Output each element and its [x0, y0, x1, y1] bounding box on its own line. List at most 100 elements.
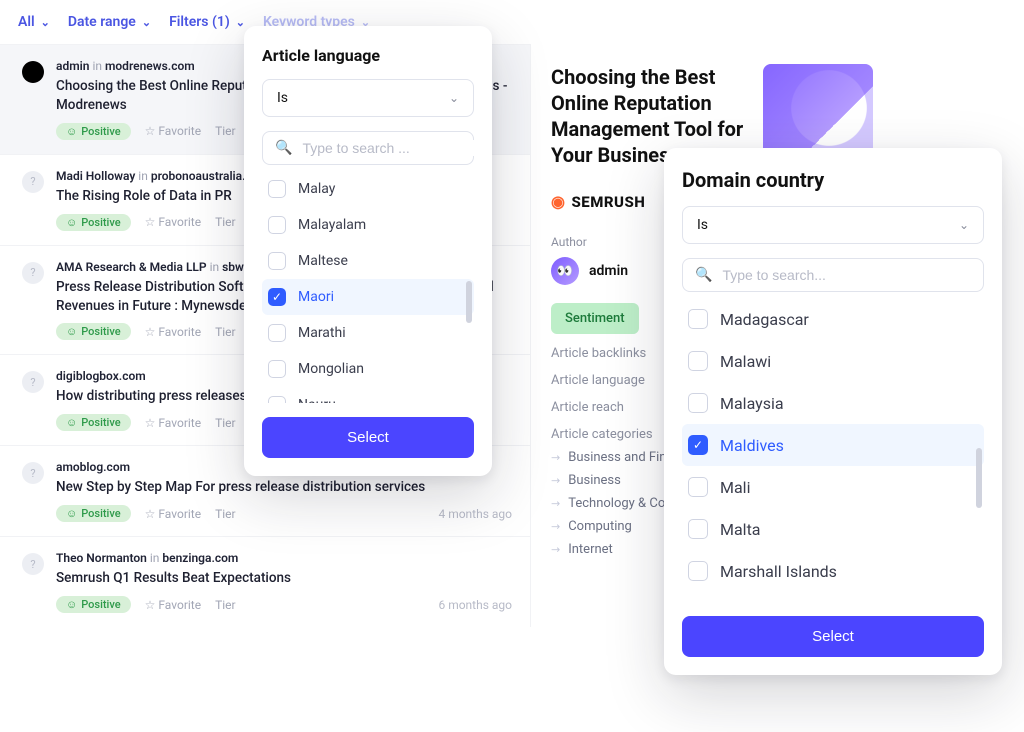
chevron-down-icon: ⌄	[142, 16, 151, 29]
filter-date-label: Date range	[68, 14, 136, 30]
timestamp: 6 months ago	[438, 598, 512, 612]
favorite-button[interactable]: Favorite	[145, 325, 201, 339]
tier-button[interactable]: Tier	[215, 598, 236, 612]
avatar	[22, 61, 44, 83]
condition-value: Is	[277, 90, 288, 106]
article-title: Semrush Q1 Results Beat Expectations	[56, 569, 512, 588]
condition-select[interactable]: Is ⌄	[262, 79, 474, 117]
language-popover: Article language Is ⌄ 🔍 MalayMalayalamMa…	[244, 26, 492, 476]
option-malaysia[interactable]: Malaysia	[682, 382, 984, 424]
checkbox-icon	[688, 351, 708, 371]
option-malta[interactable]: Malta	[682, 508, 984, 550]
option-label: Mongolian	[298, 361, 364, 377]
checkbox-icon	[268, 216, 286, 234]
option-martinique[interactable]: Martinique	[682, 592, 984, 598]
condition-value: Is	[697, 217, 708, 233]
checkbox-icon	[268, 396, 286, 403]
article-row[interactable]: ?Theo Normanton in benzinga.comSemrush Q…	[0, 536, 530, 627]
article-title: New Step by Step Map For press release d…	[56, 478, 512, 497]
option-label: Nauru	[298, 397, 336, 403]
filter-filters[interactable]: Filters (1) ⌄	[169, 14, 245, 30]
checkbox-icon	[688, 309, 708, 329]
option-malayalam[interactable]: Malayalam	[262, 207, 474, 243]
search-icon: 🔍	[275, 140, 292, 156]
avatar: ?	[22, 171, 44, 193]
filter-all-label: All	[18, 14, 35, 30]
search-input[interactable]	[302, 140, 483, 156]
country-popover: Domain country Is ⌄ 🔍 MadagascarMalawiMa…	[664, 148, 1002, 675]
checkbox-icon	[688, 393, 708, 413]
positive-badge: Positive	[56, 596, 131, 613]
option-label: Malta	[720, 520, 761, 539]
option-label: Malayalam	[298, 217, 366, 233]
tier-button[interactable]: Tier	[215, 507, 236, 521]
option-mongolian[interactable]: Mongolian	[262, 351, 474, 387]
option-label: Madagascar	[720, 310, 809, 329]
checkbox-icon	[268, 252, 286, 270]
option-madagascar[interactable]: Madagascar	[682, 298, 984, 340]
chevron-down-icon: ⌄	[959, 218, 969, 232]
scrollbar[interactable]	[466, 281, 472, 323]
option-nauru[interactable]: Nauru	[262, 387, 474, 403]
filter-date-range[interactable]: Date range ⌄	[68, 14, 151, 30]
meta-row: Positive Favorite Tier 6 months ago	[56, 596, 512, 613]
option-label: Malaysia	[720, 394, 784, 413]
favorite-button[interactable]: Favorite	[145, 215, 201, 229]
option-label: Malawi	[720, 352, 771, 371]
favorite-button[interactable]: Favorite	[145, 598, 201, 612]
tier-button[interactable]: Tier	[215, 215, 236, 229]
chevron-down-icon: ⌄	[449, 91, 459, 105]
avatar: ?	[22, 262, 44, 284]
country-search[interactable]: 🔍	[682, 258, 984, 292]
checkbox-icon	[688, 519, 708, 539]
favorite-button[interactable]: Favorite	[145, 416, 201, 430]
positive-badge: Positive	[56, 214, 131, 231]
avatar: ?	[22, 462, 44, 484]
favorite-button[interactable]: Favorite	[145, 124, 201, 138]
flame-icon: ◉	[551, 192, 565, 211]
option-malay[interactable]: Malay	[262, 171, 474, 207]
option-label: Marathi	[298, 325, 346, 341]
checkbox-icon	[688, 561, 708, 581]
condition-select[interactable]: Is ⌄	[682, 206, 984, 244]
option-label: Mali	[720, 478, 750, 497]
favorite-button[interactable]: Favorite	[145, 507, 201, 521]
tier-button[interactable]: Tier	[215, 416, 236, 430]
checkbox-icon	[268, 180, 286, 198]
option-label: Maori	[298, 289, 334, 305]
option-maltese[interactable]: Maltese	[262, 243, 474, 279]
select-button[interactable]: Select	[682, 616, 984, 657]
filter-bar: All ⌄ Date range ⌄ Filters (1) ⌄ Keyword…	[0, 0, 1024, 44]
search-input[interactable]	[722, 267, 971, 283]
option-maori[interactable]: Maori	[262, 279, 474, 315]
timestamp: 4 months ago	[438, 507, 512, 521]
byline: Theo Normanton in benzinga.com	[56, 551, 512, 565]
select-button[interactable]: Select	[262, 417, 474, 458]
option-label: Maltese	[298, 253, 348, 269]
country-options: Madagascar Malawi Malaysia Maldives Mali Malt…	[682, 298, 984, 598]
meta-row: Positive Favorite Tier 4 months ago	[56, 505, 512, 522]
brand-label: SEMRUSH	[571, 193, 645, 211]
option-label: Malay	[298, 181, 335, 197]
option-marathi[interactable]: Marathi	[262, 315, 474, 351]
positive-badge: Positive	[56, 505, 131, 522]
checkbox-icon	[268, 324, 286, 342]
option-malawi[interactable]: Malawi	[682, 340, 984, 382]
option-label: Maldives	[720, 436, 784, 455]
positive-badge: Positive	[56, 323, 131, 340]
search-icon: 🔍	[695, 267, 712, 283]
tier-button[interactable]: Tier	[215, 124, 236, 138]
scrollbar[interactable]	[976, 448, 982, 508]
language-search[interactable]: 🔍	[262, 131, 474, 165]
checkbox-icon	[688, 477, 708, 497]
language-options: Malay Malayalam Maltese Maori Marathi Mongoli…	[262, 171, 474, 403]
option-maldives[interactable]: Maldives	[682, 424, 984, 466]
filter-filters-label: Filters (1)	[169, 14, 230, 30]
option-marshall-islands[interactable]: Marshall Islands	[682, 550, 984, 592]
positive-badge: Positive	[56, 123, 131, 140]
filter-all[interactable]: All ⌄	[18, 14, 50, 30]
tier-button[interactable]: Tier	[215, 325, 236, 339]
sentiment-badge[interactable]: Sentiment	[551, 303, 639, 334]
option-mali[interactable]: Mali	[682, 466, 984, 508]
positive-badge: Positive	[56, 414, 131, 431]
